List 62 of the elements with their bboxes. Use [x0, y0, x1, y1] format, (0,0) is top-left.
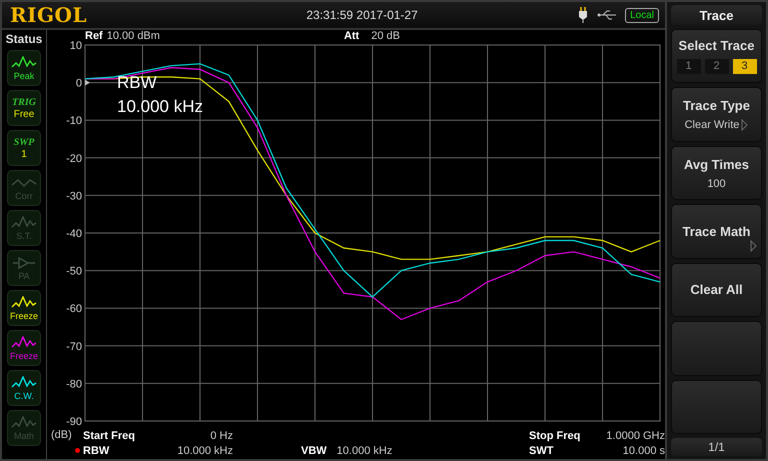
param-label: SWT [529, 444, 554, 456]
ref-value: 10.00 dBm [106, 30, 160, 42]
logo: RIGOL [10, 3, 88, 27]
param-label: Stop Freq [529, 430, 580, 442]
att-label: Att [344, 30, 360, 42]
y-tick-label: -90 [66, 416, 82, 428]
param-value: 0 Hz [209, 430, 233, 442]
menu-value: Clear Write [684, 119, 740, 132]
status-indicator[interactable]: Freeze [7, 290, 41, 326]
menu-button[interactable]: Trace Math [671, 204, 762, 259]
y-tick-label: -30 [66, 190, 82, 202]
waveform-icon [11, 216, 37, 230]
overlay-text: 10.000 kHz [117, 97, 203, 117]
param-value: 10.000 s [622, 444, 665, 456]
date-time: 23:31:59 2017-01-27 [305, 8, 418, 22]
waveform-icon [11, 376, 37, 390]
y-tick-label: 10 [70, 41, 82, 52]
y-tick-label: -10 [66, 115, 82, 128]
status-indicator[interactable]: Peak [7, 50, 41, 86]
menu-button[interactable]: Avg Times 100 [671, 146, 762, 200]
trace-option[interactable]: 1 [676, 59, 700, 74]
status-title: Status [6, 32, 42, 46]
waveform-icon [11, 416, 37, 430]
y-tick-label: -80 [66, 378, 82, 390]
overlay-text: RBW [117, 73, 157, 93]
reference-level-marker [85, 80, 90, 86]
select-trace-button[interactable]: Select Trace 1 2 3 [671, 29, 762, 84]
param-label: Start Freq [83, 430, 135, 442]
plug-icon [577, 6, 590, 24]
status-indicator[interactable]: Freeze [7, 330, 41, 366]
param-value: 1.0000 GHz [605, 430, 665, 442]
usb-icon [597, 9, 618, 21]
status-indicator[interactable]: C.W. [7, 370, 41, 406]
unit-label: (dB) [50, 428, 73, 443]
y-tick-label: -40 [66, 228, 82, 240]
y-tick-label: 0 [76, 78, 82, 90]
amplifier-icon [11, 256, 37, 270]
menu-title: Trace [671, 5, 762, 25]
page-indicator: 1/1 [671, 438, 762, 456]
local-badge: Local [625, 8, 659, 22]
param-label: RBW [83, 444, 110, 456]
y-tick-label: -20 [66, 152, 82, 165]
empty-menu-button[interactable] [671, 380, 762, 434]
trace-option[interactable]: 2 [704, 59, 728, 74]
y-tick-label: -50 [66, 266, 82, 278]
status-indicator[interactable]: SWP 1 [7, 130, 41, 166]
att-value: 20 dB [371, 30, 400, 42]
y-tick-label: -60 [66, 303, 82, 316]
menu-value: 100 [707, 178, 726, 190]
trace-option[interactable]: 3 [732, 59, 756, 74]
status-indicator[interactable]: TRIG Free [7, 90, 41, 126]
y-tick-label: -70 [66, 340, 82, 353]
param-value: 10.000 kHz [176, 444, 233, 456]
empty-menu-button[interactable] [671, 321, 762, 376]
waveform-icon [11, 296, 37, 310]
menu-button[interactable]: Trace Type Clear Write [671, 87, 762, 142]
param-value: 10.000 kHz [336, 444, 392, 456]
param-label: VBW [301, 444, 327, 456]
menu-button[interactable]: Clear All [671, 262, 762, 318]
waveform-icon [11, 56, 37, 70]
waveform-icon [11, 336, 37, 350]
ref-label: Ref [85, 30, 103, 42]
